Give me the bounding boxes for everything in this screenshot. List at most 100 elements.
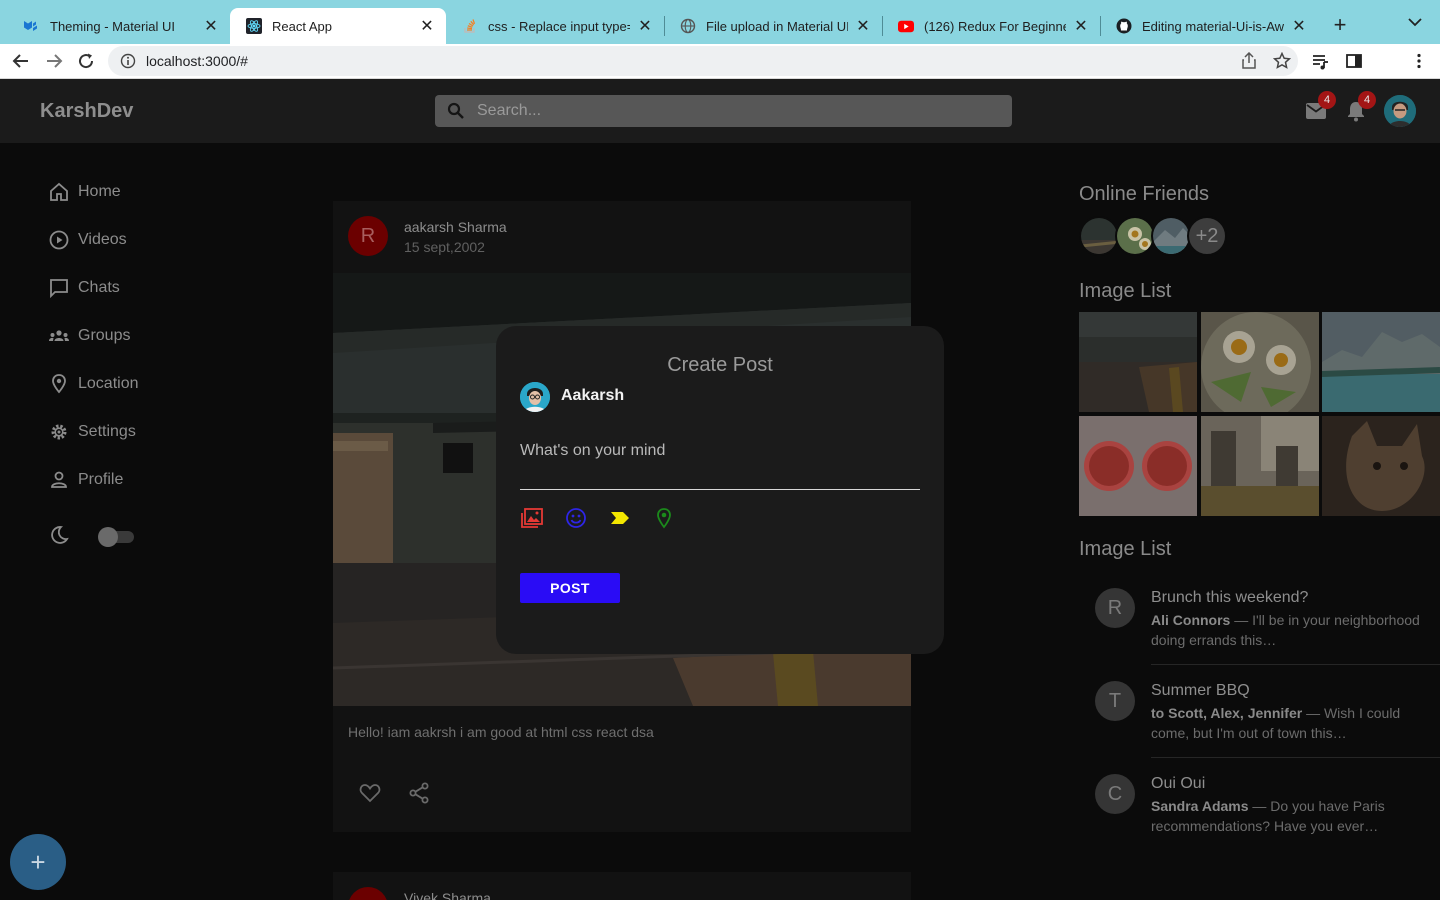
dark-mode-switch[interactable] — [98, 527, 136, 547]
browser-tab[interactable]: Editing material-Ui-is-Awe ✕ — [1100, 8, 1318, 44]
browser-tab-active[interactable]: React App ✕ — [230, 8, 446, 44]
address-bar[interactable]: localhost:3000/# — [108, 46, 1298, 76]
message-preview: Sandra Adams — Do you have Paris recomme… — [1151, 796, 1431, 836]
message-avatar: R — [1095, 588, 1135, 628]
image-list-item[interactable] — [1201, 312, 1319, 412]
more-vert-icon[interactable] — [1410, 52, 1428, 70]
user-avatar — [520, 382, 550, 412]
globe-icon — [680, 18, 696, 34]
more-friends-count[interactable]: +2 — [1187, 216, 1227, 256]
sidebar-item-label: Groups — [78, 327, 131, 344]
close-tab-icon[interactable]: ✕ — [202, 16, 220, 36]
message-avatar: C — [1095, 774, 1135, 814]
message-title[interactable]: Oui Oui — [1151, 775, 1205, 793]
notifications-badge: 4 — [1358, 91, 1376, 109]
forward-arrow-icon[interactable] — [41, 48, 67, 74]
browser-tabstrip: Theming - Material UI ✕ React App ✕ css … — [0, 0, 1440, 44]
message-avatar: T — [1095, 681, 1135, 721]
sidebar-item-groups[interactable]: Groups — [48, 320, 130, 352]
search-input[interactable] — [477, 102, 977, 120]
search-bar[interactable] — [435, 95, 1012, 127]
post-date: 15 sept,2002 — [404, 239, 485, 255]
message-title[interactable]: Summer BBQ — [1151, 682, 1250, 700]
youtube-icon — [898, 18, 914, 34]
play-circle-icon — [48, 229, 70, 251]
moon-icon — [48, 524, 70, 551]
account-avatar[interactable] — [1384, 95, 1416, 127]
close-tab-icon[interactable]: ✕ — [1290, 16, 1308, 36]
bookmark-star-icon[interactable] — [1272, 51, 1292, 70]
sidebar-item-label: Settings — [78, 423, 136, 440]
info-icon[interactable] — [120, 53, 136, 69]
favorite-icon[interactable] — [358, 781, 382, 805]
new-tab-icon[interactable]: + — [1330, 12, 1350, 38]
share-icon[interactable] — [407, 781, 431, 805]
browser-tab[interactable]: (126) Redux For Beginners ✕ — [882, 8, 1100, 44]
sidebar-item-location[interactable]: Location — [48, 368, 139, 400]
image-list-item[interactable] — [1079, 416, 1197, 516]
image-list-title: Image List — [1079, 280, 1172, 302]
image-list-item[interactable] — [1079, 312, 1197, 412]
side-panel-icon[interactable] — [1345, 52, 1363, 70]
post-avatar[interactable] — [348, 887, 388, 900]
sidebar-item-label: Chats — [78, 279, 120, 296]
chat-icon — [48, 277, 70, 299]
browser-tab[interactable]: css - Replace input type=fi ✕ — [446, 8, 664, 44]
image-icon[interactable] — [520, 506, 544, 530]
online-friends-title: Online Friends — [1079, 183, 1210, 205]
groups-icon — [48, 325, 70, 347]
sidebar-item-videos[interactable]: Videos — [48, 224, 127, 256]
close-tab-icon[interactable]: ✕ — [854, 16, 872, 36]
home-icon — [48, 181, 70, 203]
app-bar: KarshDev 4 4 — [0, 79, 1440, 143]
dark-mode-row — [48, 525, 136, 549]
image-list-item[interactable] — [1322, 312, 1440, 412]
friend-avatar[interactable] — [1115, 216, 1155, 256]
post-author: Vivek Sharma — [404, 890, 491, 900]
github-icon — [1116, 18, 1132, 34]
label-icon[interactable] — [608, 506, 632, 530]
modal-title: Create Post — [667, 354, 773, 376]
post-text: Hello! iam aakrsh i am good at html css … — [348, 724, 654, 740]
message-sender: Ali Connors — [1151, 612, 1231, 628]
post-avatar[interactable]: R — [348, 216, 388, 256]
message-title[interactable]: Brunch this weekend? — [1151, 589, 1308, 607]
sidebar-item-settings[interactable]: Settings — [48, 416, 136, 448]
image-list-item[interactable] — [1322, 416, 1440, 516]
sidebar-item-chats[interactable]: Chats — [48, 272, 120, 304]
browser-tab[interactable]: Theming - Material UI ✕ — [8, 8, 230, 44]
person-icon — [48, 469, 70, 491]
sidebar-item-label: Home — [78, 183, 121, 200]
share-icon[interactable] — [1241, 51, 1259, 70]
post-button[interactable]: POST — [520, 573, 620, 603]
media-queue-icon[interactable] — [1312, 52, 1330, 70]
browser-tab[interactable]: File upload in Material UI - I ✕ — [664, 8, 882, 44]
sidebar-item-label: Videos — [78, 231, 127, 248]
add-post-fab[interactable]: + — [10, 834, 66, 890]
close-tab-icon[interactable]: ✕ — [418, 16, 436, 36]
back-arrow-icon[interactable] — [8, 48, 34, 74]
friend-avatar[interactable] — [1079, 216, 1119, 256]
location-icon[interactable] — [652, 506, 676, 530]
message-preview: to Scott, Alex, Jennifer — Wish I could … — [1151, 703, 1431, 743]
browser-toolbar: localhost:3000/# — [0, 44, 1440, 79]
app-logo[interactable]: KarshDev — [40, 100, 133, 123]
username: Aakarsh — [561, 387, 625, 404]
reload-icon[interactable] — [73, 48, 99, 74]
image-list-item[interactable] — [1201, 416, 1319, 516]
create-post-modal: Create Post Aakarsh POST — [496, 326, 944, 654]
mail-badge: 4 — [1318, 91, 1336, 109]
sidebar-item-label: Profile — [78, 471, 124, 488]
sidebar-item-home[interactable]: Home — [48, 176, 121, 208]
sidebar-item-label: Location — [78, 375, 139, 392]
divider — [1151, 664, 1440, 665]
friend-avatar[interactable] — [1151, 216, 1191, 256]
emoji-icon[interactable] — [564, 506, 588, 530]
close-tab-icon[interactable]: ✕ — [1072, 16, 1090, 36]
react-logo-icon — [246, 18, 262, 34]
sidebar-item-profile[interactable]: Profile — [48, 464, 123, 496]
post-text-input[interactable] — [520, 442, 920, 490]
close-tab-icon[interactable]: ✕ — [636, 16, 654, 36]
settings-icon — [48, 421, 70, 443]
tab-search-chevron-icon[interactable] — [1408, 14, 1422, 30]
